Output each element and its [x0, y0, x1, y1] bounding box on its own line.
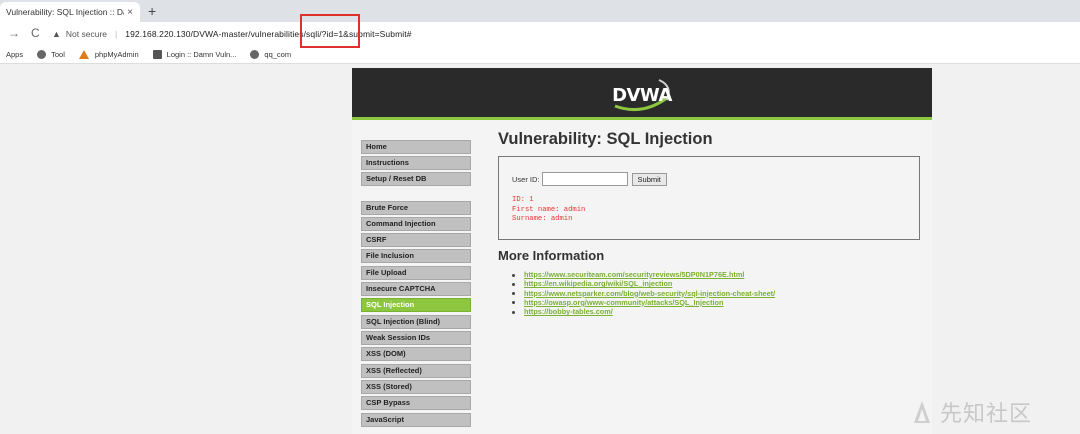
address-bar[interactable]: ▲ Not secure | 192.168.220.130/DVWA-mast…: [52, 25, 1080, 43]
bookmarks-bar: Apps Tool phpMyAdmin Login :: Damn Vuln.…: [0, 45, 1080, 64]
reload-icon[interactable]: C: [31, 26, 40, 40]
menu-item[interactable]: XSS (DOM): [361, 347, 471, 361]
divider: |: [115, 29, 118, 39]
dvwa-header: DVWA: [352, 68, 932, 120]
bookmark-label: Tool: [51, 49, 65, 59]
menu-item[interactable]: Brute Force: [361, 201, 471, 215]
result-first-name: First name: admin: [512, 205, 586, 214]
user-id-label: User ID:: [512, 174, 540, 184]
tab-strip: Vulnerability: SQL Injection :: Da × +: [0, 0, 1080, 22]
user-id-input[interactable]: [541, 172, 628, 186]
reference-link[interactable]: https://owasp.org/www-community/attacks/…: [524, 298, 723, 307]
menu-item[interactable]: Setup / Reset DB: [361, 172, 471, 186]
menu-item[interactable]: Instructions: [361, 156, 471, 170]
list-item: https://owasp.org/www-community/attacks/…: [512, 298, 775, 307]
menu-item[interactable]: Insecure CAPTCHA: [361, 282, 471, 296]
menu-item[interactable]: Command Injection: [361, 217, 471, 231]
menu-item[interactable]: Weak Session IDs: [361, 331, 471, 345]
menu-item[interactable]: Home: [361, 140, 471, 154]
browser-tab[interactable]: Vulnerability: SQL Injection :: Da ×: [0, 2, 140, 22]
forward-icon[interactable]: →: [8, 26, 20, 40]
list-item: https://bobby-tables.com/: [512, 307, 775, 316]
menu-item[interactable]: JavaScript: [361, 413, 471, 427]
close-tab-icon[interactable]: ×: [124, 7, 136, 18]
watermark-text: 先知社区: [940, 402, 1033, 427]
globe-icon: [250, 49, 260, 59]
reference-link[interactable]: https://bobby-tables.com/: [524, 307, 613, 316]
reference-link[interactable]: https://www.netsparker.com/blog/web-secu…: [524, 289, 775, 298]
highlight-box: [300, 14, 360, 48]
menu-item[interactable]: XSS (Reflected): [361, 364, 471, 378]
result-surname: Surname: admin: [512, 215, 573, 223]
watermark-logo-icon: [914, 401, 930, 423]
bookmark-dvwa-login[interactable]: Login :: Damn Vuln...: [152, 49, 237, 59]
list-item: https://www.netsparker.com/blog/web-secu…: [512, 289, 775, 298]
dvwa-logo: DVWA: [607, 76, 677, 114]
not-secure-label[interactable]: Not secure: [66, 29, 107, 39]
globe-icon: [37, 49, 47, 59]
bookmark-phpmyadmin[interactable]: phpMyAdmin: [78, 49, 139, 59]
bookmark-label: Apps: [6, 49, 24, 59]
list-item: https://en.wikipedia.org/wiki/SQL_inject…: [512, 279, 775, 288]
query-result: ID: 1 First name: admin Surname: admin: [512, 196, 585, 225]
bookmark-label: phpMyAdmin: [94, 49, 139, 59]
menu-item[interactable]: SQL Injection (Blind): [361, 315, 471, 329]
page-icon: [152, 49, 162, 59]
reference-link[interactable]: https://en.wikipedia.org/wiki/SQL_inject…: [524, 279, 672, 288]
bookmark-label: qq_com: [264, 49, 292, 59]
list-item: https://www.securiteam.com/securityrevie…: [512, 270, 775, 279]
menu-item[interactable]: File Inclusion: [361, 249, 471, 263]
menu-item[interactable]: CSRF: [361, 233, 471, 247]
bookmark-label: Login :: Damn Vuln...: [166, 49, 237, 59]
reference-link[interactable]: https://www.securiteam.com/securityrevie…: [524, 270, 744, 279]
vulnerable-code-area: User ID: Submit ID: 1 First name: admin Su…: [498, 156, 920, 240]
bookmark-tool[interactable]: Tool: [37, 49, 65, 59]
browser-toolbar: → C ▲ Not secure | 192.168.220.130/DVWA-…: [0, 22, 1080, 45]
logo-text: DVWA: [612, 85, 672, 106]
result-id: ID: 1: [512, 196, 534, 204]
menu-item[interactable]: File Upload: [361, 266, 471, 280]
new-tab-icon[interactable]: +: [148, 3, 156, 19]
tab-title: Vulnerability: SQL Injection :: Da: [6, 7, 124, 17]
user-id-form: User ID: Submit: [512, 172, 667, 186]
menu-item[interactable]: SQL Injection: [361, 298, 471, 312]
phpmyadmin-icon: [78, 49, 90, 59]
submit-button[interactable]: Submit: [631, 172, 667, 186]
more-info-links: https://www.securiteam.com/securityrevie…: [512, 270, 775, 316]
dvwa-page: DVWA Home Instructions Setup / Reset DB Bru…: [352, 68, 932, 434]
url-text[interactable]: 192.168.220.130/DVWA-master/vulnerabilit…: [125, 29, 411, 39]
page-title: Vulnerability: SQL Injection: [498, 130, 713, 148]
more-info-title: More Information: [498, 248, 605, 263]
menu-item[interactable]: CSP Bypass: [361, 396, 471, 410]
warning-icon[interactable]: ▲: [52, 29, 61, 39]
menu-item[interactable]: XSS (Stored): [361, 380, 471, 394]
bookmark-qq[interactable]: qq_com: [250, 49, 292, 59]
bookmark-apps[interactable]: Apps: [6, 50, 23, 59]
watermark: 先知社区: [910, 396, 1032, 428]
